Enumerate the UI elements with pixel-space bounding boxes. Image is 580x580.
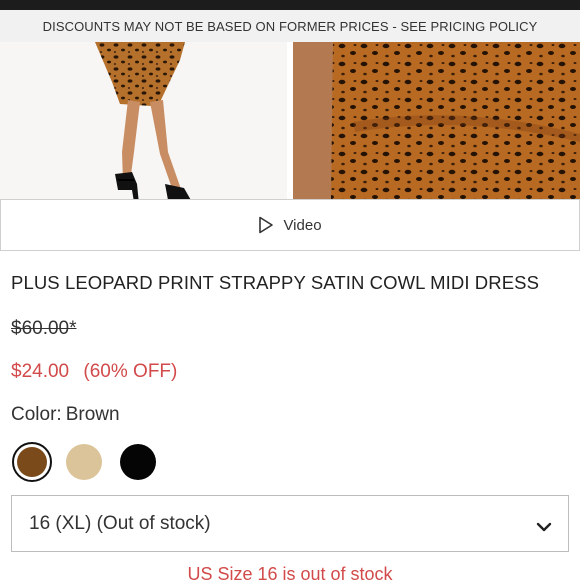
sale-price: $24.00 xyxy=(11,361,70,382)
promo-banner[interactable]: DISCOUNTS MAY NOT BE BASED ON FORMER PRI… xyxy=(0,10,580,42)
color-selector-label: Color: Brown xyxy=(11,404,120,426)
size-select[interactable]: 16 (XL) (Out of stock) xyxy=(11,495,569,552)
size-select-value: 16 (XL) (Out of stock) xyxy=(29,512,211,534)
color-swatch-black[interactable] xyxy=(120,444,156,480)
play-icon xyxy=(258,216,274,234)
product-photo-dress xyxy=(293,42,580,199)
color-label: Color: xyxy=(11,404,62,425)
video-button[interactable]: Video xyxy=(0,199,580,251)
original-price: $60.00* xyxy=(11,318,77,339)
sale-price-row: $24.00 (60% OFF) xyxy=(11,361,177,383)
product-title: PLUS LEOPARD PRINT STRAPPY SATIN COWL MI… xyxy=(11,272,540,293)
discount-label: (60% OFF) xyxy=(83,361,178,382)
chevron-down-icon xyxy=(536,516,552,538)
product-photo-legs xyxy=(95,42,191,199)
selected-color: Brown xyxy=(65,404,120,425)
top-bar xyxy=(0,0,580,10)
product-image-2[interactable] xyxy=(293,42,580,199)
out-of-stock-message: US Size 16 is out of stock xyxy=(187,564,393,580)
color-swatch-beige[interactable] xyxy=(66,444,102,480)
video-button-label: Video xyxy=(283,216,322,234)
swatch-fill xyxy=(17,447,47,477)
product-gallery[interactable] xyxy=(0,42,580,199)
product-image-1[interactable] xyxy=(0,42,287,199)
color-swatch-brown[interactable] xyxy=(12,442,52,482)
